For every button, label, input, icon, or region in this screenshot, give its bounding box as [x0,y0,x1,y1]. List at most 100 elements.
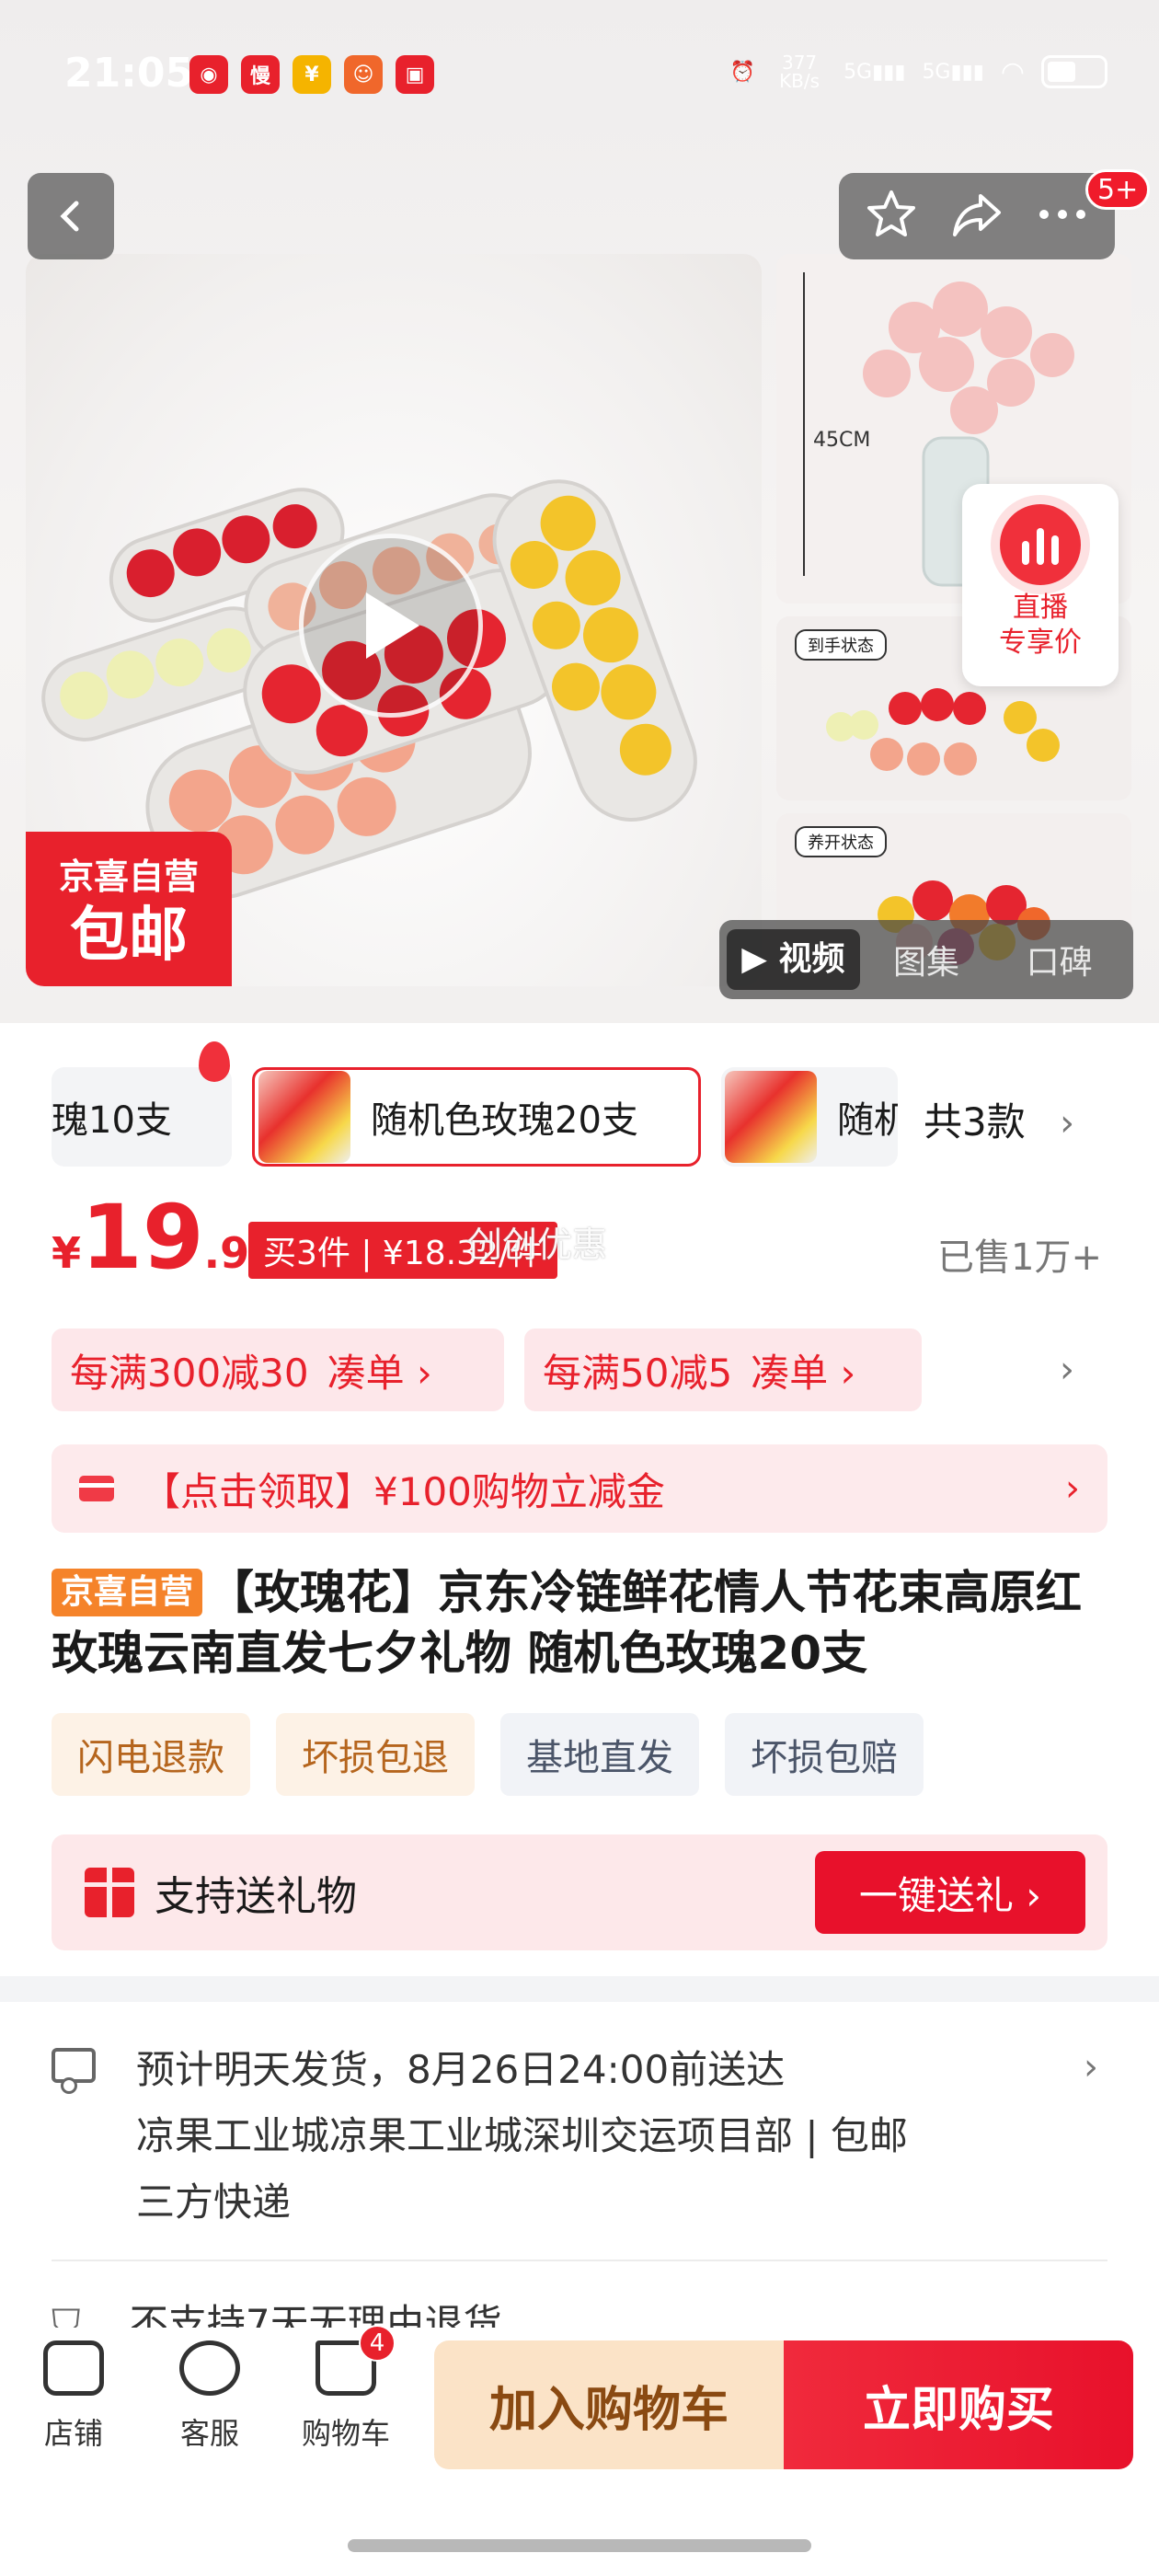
variant-thumbnail [258,1071,350,1163]
send-gift-button[interactable]: 一键送礼 › [815,1851,1085,1934]
variant-option[interactable]: 随机 [721,1067,898,1167]
share-button[interactable] [949,187,1004,246]
tab-video-label: 视频 [778,940,845,978]
cart-icon: 4 [316,2325,396,2396]
delivery-carrier: 三方快递 [136,2179,292,2225]
signal-5g-icon: 5G▮▮▮ [922,60,984,84]
card-icon [79,1476,114,1501]
service-chip[interactable]: 闪电退款 [52,1713,250,1796]
network-speed: 377 KB/s [779,52,820,92]
play-icon [366,592,419,659]
live-exclusive-price-button[interactable]: 直播 专享价 [962,484,1119,686]
service-chips: 闪电退款 坏损包退 基地直发 坏损包赔 [52,1713,924,1796]
section-divider [0,1976,1159,2002]
exclusive-price-label: 专享价 [999,627,1082,659]
gift-icon [85,1868,134,1917]
promo-hint: 创创优惠 [467,1225,608,1265]
sold-count: 已售1万+ [937,1236,1102,1279]
media-tabs: ▶ 视频 图集 口碑 [719,920,1133,999]
cart-label: 购物车 [301,2416,390,2451]
bottom-action-bar: 店铺 客服 4 购物车 加入购物车 立即购买 [0,2325,1159,2475]
arrival-state-tag: 到手状态 [795,629,887,661]
service-chip[interactable]: 坏损包赔 [725,1713,924,1796]
coupon-50-5[interactable]: 每满50减5 凑单 › [524,1328,922,1411]
wifi-icon: ◠ [1000,55,1025,88]
service-chip[interactable]: 坏损包退 [276,1713,475,1796]
bloom-state-tag: 养开状态 [795,826,887,857]
chevron-right-icon: › [1084,2046,1098,2088]
variant-option[interactable]: 玫瑰10支 [52,1067,232,1167]
customer-service-button[interactable]: 客服 [145,2340,274,2453]
favorite-button[interactable] [864,187,919,246]
product-title: 京喜自营 【玫瑰花】京东冷链鲜花情人节花束高原红玫瑰云南直发七夕礼物 随机色玫瑰2… [52,1562,1109,1684]
cart-count-badge: 4 [359,2325,396,2362]
variant-count-button[interactable]: 共3款 › [924,1091,1074,1147]
voucher-text: 【点击领取】¥100购物立减金 [142,1468,665,1514]
shield-icon: ⛉ [52,2301,81,2329]
back-button[interactable] [28,173,114,259]
coupon-action: 凑单 › [751,1350,856,1396]
coupon-text: 每满300减30 [70,1350,309,1396]
star-icon [866,190,915,236]
store-icon [43,2340,104,2396]
more-icon [1039,210,1086,219]
app-notification-icon: ▣ [396,55,434,94]
play-video-button[interactable] [299,534,483,718]
chevron-left-icon [60,201,79,232]
product-gallery[interactable]: 21:05 ◉ 慢 ¥ ☺ ▣ ⏰ 377 KB/s 5G▮▮▮ 5G▮▮▮ ◠ [0,0,1159,1023]
status-app-icons: ◉ 慢 ¥ ☺ ▣ [189,55,434,94]
variant-thumbnail [725,1071,817,1163]
app-notification-icon: ◉ [189,55,228,94]
return-policy-row[interactable]: ⛉ 不支持7天无理由退货 [52,2293,502,2329]
home-indicator[interactable] [348,2539,811,2552]
tab-gallery[interactable]: 图集 [860,936,993,983]
coupon-action: 凑单 › [327,1350,432,1396]
tab-video[interactable]: ▶ 视频 [727,929,860,990]
status-time: 21:05 [64,50,194,97]
play-small-icon: ▶ [741,940,767,978]
store-label: 店铺 [43,2416,103,2451]
gift-label: 支持送礼物 [155,1873,357,1920]
delivery-estimate: 预计明天发货，8月26日24:00前送达 [136,2047,786,2092]
delivery-info[interactable]: 预计明天发货，8月26日24:00前送达 凉果工业城凉果工业城深圳交运项目部 |… [0,2002,1159,2260]
customer-service-icon [179,2340,240,2396]
share-icon [952,194,1001,236]
jx-self-operated-badge: 京喜自营 包邮 [26,832,232,986]
coupon-300-30[interactable]: 每满300减30 凑单 › [52,1328,504,1411]
alarm-icon: ⏰ [729,60,756,84]
gift-bar: 支持送礼物 一键送礼 › [52,1834,1107,1950]
status-indicators: ⏰ 377 KB/s 5G▮▮▮ 5G▮▮▮ ◠ [730,53,1107,90]
app-notification-icon: ☺ [344,55,383,94]
variant-count-label: 共3款 [924,1099,1026,1144]
more-button[interactable] [1035,205,1090,227]
title-badge: 京喜自营 [52,1569,203,1616]
service-chip[interactable]: 基地直发 [500,1713,699,1796]
coupons-more-chevron-icon[interactable]: › [1060,1349,1074,1391]
delivery-address: 凉果工业城凉果工业城深圳交运项目部 | 包邮 [136,2113,908,2158]
live-label: 直播 [1013,592,1068,624]
app-notification-icon: 慢 [241,55,280,94]
add-to-cart-button[interactable]: 加入购物车 [434,2340,784,2469]
tab-reviews[interactable]: 口碑 [993,936,1126,983]
price-currency: ¥ [52,1228,82,1278]
buy-now-button[interactable]: 立即购买 [784,2340,1133,2469]
variant-label: 玫瑰10支 [52,1099,172,1142]
chevron-right-icon: › [1065,1467,1080,1510]
store-button[interactable]: 店铺 [9,2340,138,2453]
shopping-voucher-banner[interactable]: 【点击领取】¥100购物立减金 › [52,1444,1107,1533]
divider [52,2260,1107,2261]
price-integer: 19 [81,1186,204,1289]
service-label: 客服 [179,2416,239,2451]
message-count-badge: 5+ [1085,169,1151,210]
top-action-group [839,173,1115,259]
height-label: 45CM [813,429,871,452]
chevron-right-icon: › [1060,1102,1075,1144]
app-notification-icon: ¥ [293,55,331,94]
truck-icon [52,2048,96,2094]
cart-button[interactable]: 4 购物车 [281,2325,410,2453]
badge-line-1: 京喜自营 [58,857,199,897]
delivery-lines: 预计明天发货，8月26日24:00前送达 凉果工业城凉果工业城深圳交运项目部 |… [136,2037,908,2236]
variant-option-selected[interactable]: 随机色玫瑰20支 [252,1067,701,1167]
live-bars-icon [1000,504,1081,585]
status-bar: 21:05 ◉ 慢 ¥ ☺ ▣ ⏰ 377 KB/s 5G▮▮▮ 5G▮▮▮ ◠ [0,0,1159,147]
